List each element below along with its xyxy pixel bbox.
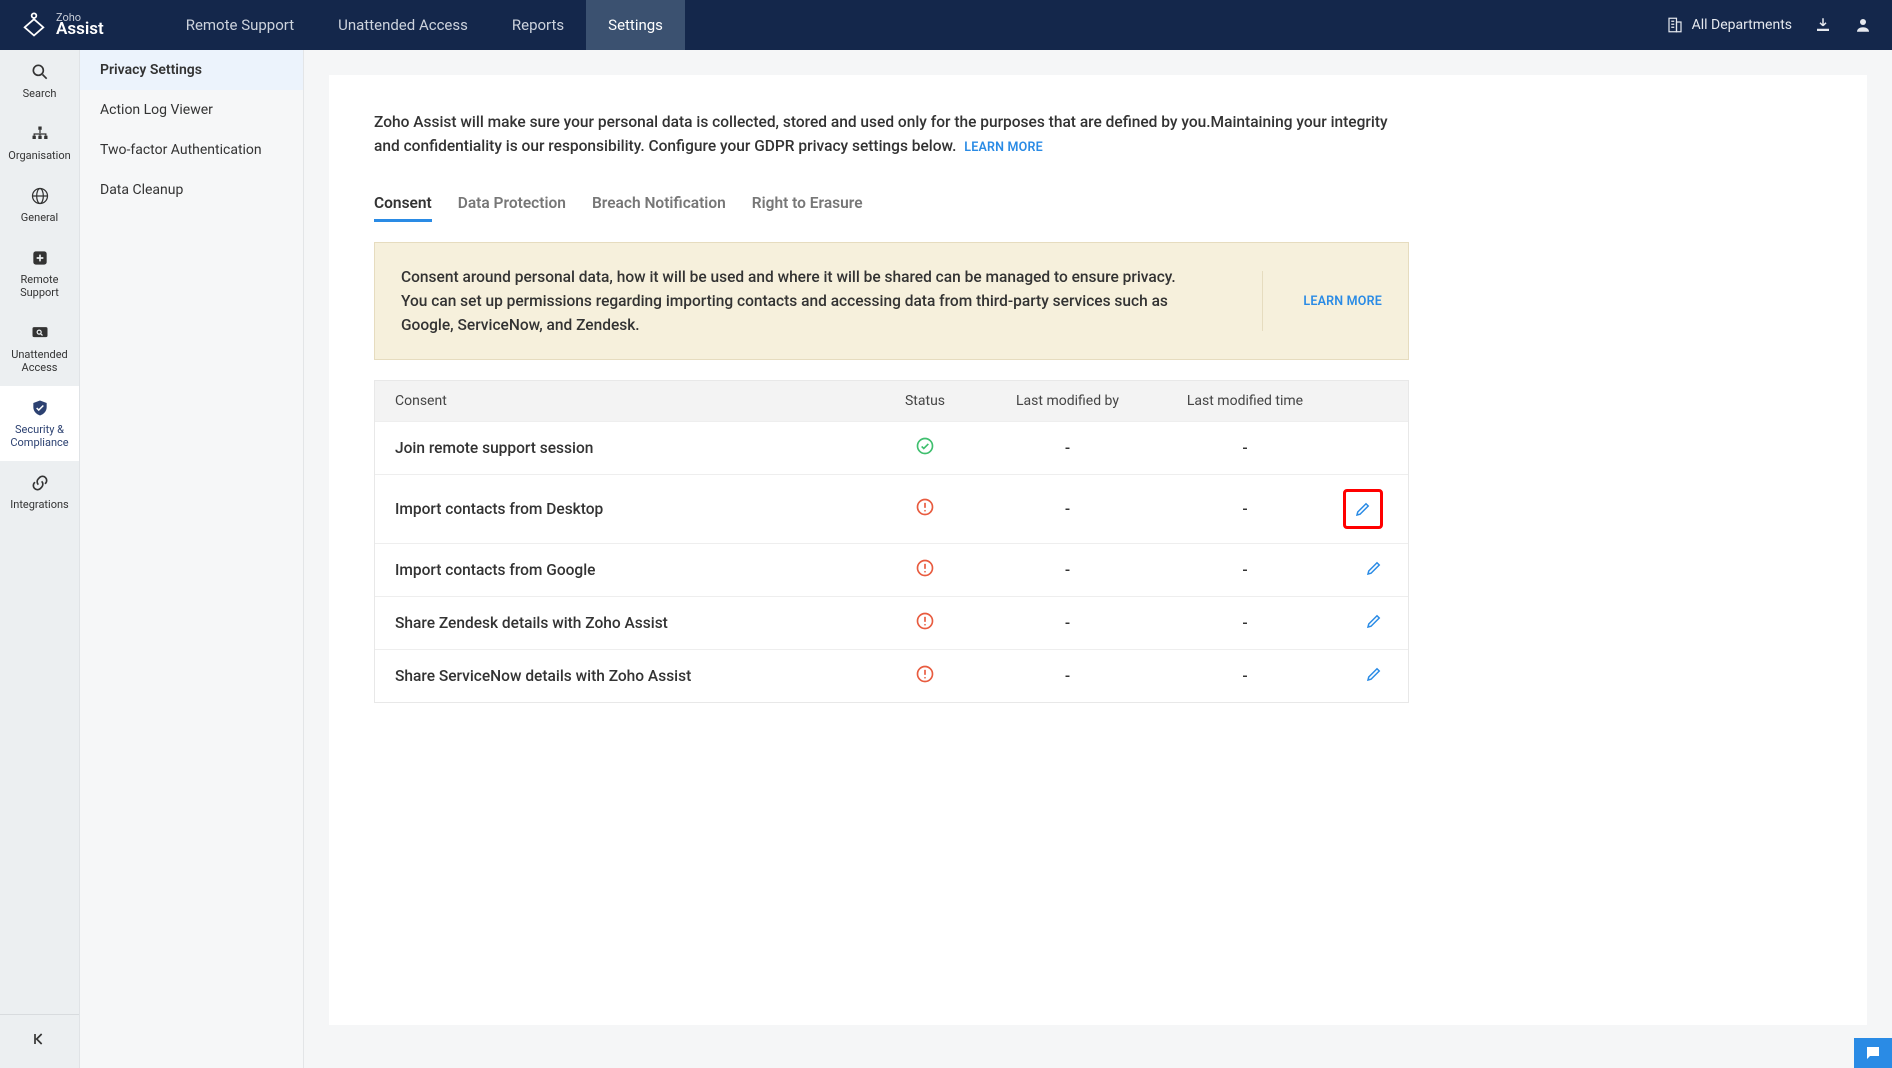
rail-integrations[interactable]: Integrations — [0, 461, 79, 523]
rail-search[interactable]: Search — [0, 50, 79, 112]
tab-right-to-erasure[interactable]: Right to Erasure — [752, 186, 863, 220]
logo-text: Zoho Assist — [56, 12, 104, 38]
content-card: Zoho Assist will make sure your personal… — [329, 75, 1867, 1025]
rail-organisation-label: Organisation — [8, 149, 70, 162]
rail-remote-support-label: Remote Support — [4, 273, 75, 299]
monitor-search-icon — [30, 323, 50, 343]
sub-privacy-settings[interactable]: Privacy Settings — [80, 50, 303, 90]
nav-remote-support[interactable]: Remote Support — [164, 0, 316, 50]
rail-collapse[interactable] — [0, 1014, 79, 1068]
sub-data-cleanup[interactable]: Data Cleanup — [80, 170, 303, 210]
table-row: Import contacts from Google - - — [375, 543, 1408, 596]
rail-security-compliance-label: Security & Compliance — [4, 423, 75, 449]
consent-info-text: Consent around personal data, how it wil… — [401, 265, 1201, 337]
row-lmb: - — [975, 614, 1160, 632]
row-consent-label: Join remote support session — [395, 439, 875, 457]
table-row: Share Zendesk details with Zoho Assist -… — [375, 596, 1408, 649]
row-consent-label: Import contacts from Google — [395, 561, 875, 579]
logo[interactable]: Zoho Assist — [0, 11, 124, 39]
rail-organisation[interactable]: Organisation — [0, 112, 79, 174]
globe-icon — [30, 186, 50, 206]
rail-security-compliance[interactable]: Security & Compliance — [0, 386, 79, 461]
status-warning-icon — [915, 664, 935, 684]
row-lmt: - — [1160, 614, 1330, 632]
top-header: Zoho Assist Remote Support Unattended Ac… — [0, 0, 1892, 50]
tab-data-protection[interactable]: Data Protection — [458, 186, 566, 220]
sub-two-factor-authentication[interactable]: Two-factor Authentication — [80, 130, 303, 170]
download-icon[interactable] — [1814, 16, 1832, 34]
sub-sidebar: Privacy Settings Action Log Viewer Two-f… — [80, 50, 304, 1068]
nav-settings[interactable]: Settings — [586, 0, 685, 50]
tab-breach-notification[interactable]: Breach Notification — [592, 186, 726, 220]
th-consent: Consent — [395, 393, 875, 409]
th-last-modified-time: Last modified time — [1160, 393, 1330, 409]
header-right: All Departments — [1666, 16, 1892, 34]
rail-general-label: General — [21, 211, 58, 224]
sub-action-log-viewer[interactable]: Action Log Viewer — [80, 90, 303, 130]
tab-consent[interactable]: Consent — [374, 186, 432, 220]
privacy-tabs: Consent Data Protection Breach Notificat… — [374, 186, 1822, 220]
nav-reports[interactable]: Reports — [490, 0, 586, 50]
intro-body: Zoho Assist will make sure your personal… — [374, 113, 1388, 155]
consent-table-header: Consent Status Last modified by Last mod… — [375, 381, 1408, 421]
search-icon — [30, 62, 50, 82]
departments-label: All Departments — [1692, 17, 1792, 33]
rail-unattended-access[interactable]: Unattended Access — [0, 311, 79, 386]
rail-search-label: Search — [23, 87, 57, 100]
consent-info-banner: Consent around personal data, how it wil… — [374, 242, 1409, 360]
top-nav: Remote Support Unattended Access Reports… — [164, 0, 685, 50]
plus-square-icon — [30, 248, 50, 268]
row-lmt: - — [1160, 500, 1330, 518]
highlighted-edit — [1343, 489, 1383, 529]
row-consent-label: Share ServiceNow details with Zoho Assis… — [395, 667, 875, 685]
table-row: Import contacts from Desktop - - — [375, 474, 1408, 543]
table-row: Share ServiceNow details with Zoho Assis… — [375, 649, 1408, 702]
main-area: Zoho Assist will make sure your personal… — [304, 50, 1892, 1068]
status-warning-icon — [915, 611, 935, 631]
row-lmb: - — [975, 561, 1160, 579]
row-lmb: - — [975, 500, 1160, 518]
table-row: Join remote support session - - — [375, 421, 1408, 474]
org-icon — [30, 124, 50, 144]
row-lmb: - — [975, 439, 1160, 457]
row-consent-label: Share Zendesk details with Zoho Assist — [395, 614, 875, 632]
rail-unattended-access-label: Unattended Access — [4, 348, 75, 374]
consent-table: Consent Status Last modified by Last mod… — [374, 380, 1409, 703]
row-lmt: - — [1160, 439, 1330, 457]
departments-icon — [1666, 16, 1684, 34]
status-warning-icon — [915, 558, 935, 578]
left-rail: Search Organisation General Remote Suppo… — [0, 50, 80, 1068]
row-lmt: - — [1160, 561, 1330, 579]
row-consent-label: Import contacts from Desktop — [395, 500, 875, 518]
edit-icon[interactable] — [1365, 559, 1383, 577]
row-lmb: - — [975, 667, 1160, 685]
rail-integrations-label: Integrations — [10, 498, 68, 511]
status-warning-icon — [915, 497, 935, 517]
edit-icon[interactable] — [1365, 665, 1383, 683]
edit-icon[interactable] — [1365, 612, 1383, 630]
intro-text: Zoho Assist will make sure your personal… — [374, 110, 1394, 158]
collapse-icon — [30, 1029, 50, 1049]
row-lmt: - — [1160, 667, 1330, 685]
edit-icon[interactable] — [1354, 500, 1372, 518]
departments-selector[interactable]: All Departments — [1666, 16, 1792, 34]
chat-fab[interactable] — [1854, 1038, 1892, 1068]
brand-bottom: Assist — [56, 21, 104, 38]
th-status: Status — [875, 393, 975, 409]
rail-remote-support[interactable]: Remote Support — [0, 236, 79, 311]
rail-general[interactable]: General — [0, 174, 79, 236]
banner-learn-more-link[interactable]: LEARN MORE — [1262, 271, 1382, 331]
link-icon — [30, 473, 50, 493]
assist-logo-icon — [20, 11, 48, 39]
intro-learn-more-link[interactable]: LEARN MORE — [964, 140, 1043, 155]
nav-unattended-access[interactable]: Unattended Access — [316, 0, 490, 50]
shield-icon — [30, 398, 50, 418]
status-ok-icon — [915, 436, 935, 456]
user-icon[interactable] — [1854, 16, 1872, 34]
chat-icon — [1864, 1044, 1882, 1062]
th-last-modified-by: Last modified by — [975, 393, 1160, 409]
